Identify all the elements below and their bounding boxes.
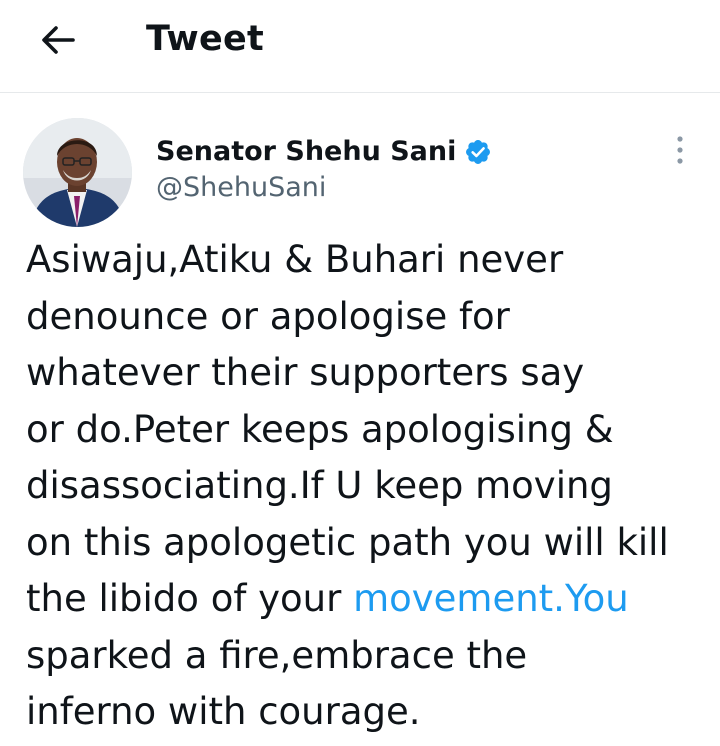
page-title: Tweet — [146, 19, 265, 59]
tweet-link[interactable]: movement.You — [353, 577, 629, 620]
verified-badge-icon — [466, 140, 491, 164]
top-bar: Tweet — [0, 0, 720, 93]
more-vertical-icon — [677, 136, 683, 164]
tweet-line: on this apologetic path you will kill — [26, 520, 669, 564]
arrow-left-icon — [42, 26, 75, 54]
tweet-line-with-link: the libido of your movement.You — [26, 571, 706, 628]
author-handle[interactable]: @ShehuSani — [156, 170, 326, 206]
author-name-row[interactable]: Senator Shehu Sani — [156, 134, 492, 170]
tweet-line: denounce or apologise for — [26, 294, 510, 338]
more-options-button[interactable] — [664, 130, 696, 170]
tweet-line: or do.Peter keeps apologising & — [26, 407, 614, 451]
tweet-line: whatever their supporters say — [26, 351, 585, 394]
tweet-line: sparked a fire,embrace the — [26, 633, 528, 677]
avatar[interactable] — [23, 118, 132, 227]
tweet-line-text: the libido of your — [26, 577, 354, 620]
tweet-line: disassociating.If U keep moving — [26, 464, 613, 507]
back-button[interactable] — [36, 20, 80, 60]
author-name: Senator Shehu Sani — [156, 136, 457, 167]
tweet-text: Asiwaju,Atiku & Buhari never denounce or… — [26, 232, 706, 741]
tweet-line: inferno with courage. — [26, 690, 421, 733]
tweet-line: Asiwaju,Atiku & Buhari never — [26, 238, 564, 281]
